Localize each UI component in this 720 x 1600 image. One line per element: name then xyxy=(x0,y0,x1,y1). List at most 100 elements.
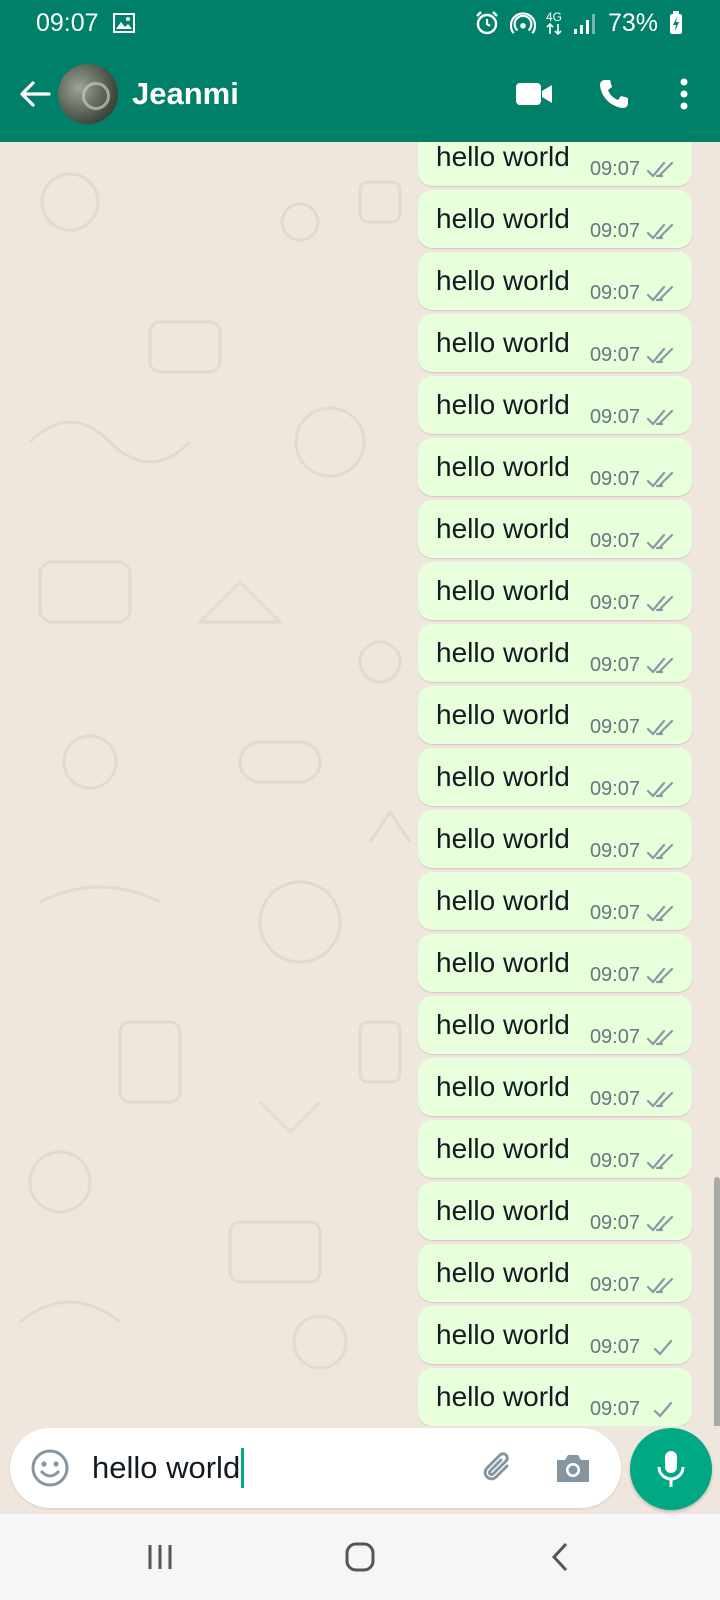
double-tick-icon xyxy=(646,594,676,614)
message-bubble[interactable]: hello world 09:07 xyxy=(418,1120,692,1178)
message-time: 09:07 xyxy=(589,654,640,676)
message-time: 09:07 xyxy=(589,1088,640,1110)
scrollbar[interactable] xyxy=(714,1177,720,1426)
system-nav-bar xyxy=(0,1514,720,1600)
video-call-icon xyxy=(516,83,552,105)
message-meta: 09:07 xyxy=(590,406,676,429)
more-options-button[interactable] xyxy=(654,59,714,129)
message-time: 09:07 xyxy=(589,1274,640,1296)
message-input[interactable]: hello world xyxy=(92,1448,245,1488)
message-meta: 09:07 xyxy=(590,158,676,181)
home-icon xyxy=(345,1542,375,1572)
message-meta: 09:07 xyxy=(590,654,676,677)
message-meta: 09:07 xyxy=(590,1274,676,1297)
message-time: 09:07 xyxy=(589,1212,640,1234)
back-arrow-icon xyxy=(20,81,51,107)
message-bubble[interactable]: hello world 09:07 xyxy=(418,142,692,186)
message-text: hello world xyxy=(436,699,570,730)
double-tick-icon xyxy=(646,966,676,986)
message-bubble[interactable]: hello world 09:07 xyxy=(418,1244,692,1302)
message-text: hello world xyxy=(436,1381,570,1412)
message-time: 09:07 xyxy=(589,1398,640,1420)
double-tick-icon xyxy=(646,222,676,242)
chat-area[interactable]: hello world 09:07 hello world 09:07 hello wo… xyxy=(0,142,720,1426)
emoji-button[interactable] xyxy=(24,1442,76,1494)
message-time: 09:07 xyxy=(589,530,640,552)
message-meta: 09:07 xyxy=(590,1212,676,1235)
double-tick-icon xyxy=(646,532,676,552)
recents-button[interactable] xyxy=(115,1522,205,1592)
message-time: 09:07 xyxy=(589,158,640,180)
avatar[interactable] xyxy=(58,64,118,124)
back-button[interactable] xyxy=(10,64,60,124)
camera-icon xyxy=(557,1455,589,1482)
voice-record-button[interactable] xyxy=(630,1428,712,1510)
message-bubble[interactable]: hello world 09:07 xyxy=(418,314,692,372)
message-bubble[interactable]: hello world 09:07 xyxy=(418,500,692,558)
message-bubble[interactable]: hello world 09:07 xyxy=(418,1368,692,1426)
contact-name[interactable]: Jeanmi xyxy=(132,76,239,112)
text-cursor xyxy=(241,1448,245,1488)
message-bubble[interactable]: hello world 09:07 xyxy=(418,872,692,930)
message-text: hello world xyxy=(436,637,570,668)
message-meta: 09:07 xyxy=(590,778,676,801)
recents-icon xyxy=(148,1545,172,1569)
message-text: hello world xyxy=(436,1133,570,1164)
video-call-button[interactable] xyxy=(494,59,574,129)
nav-back-button[interactable] xyxy=(515,1522,605,1592)
message-bubble[interactable]: hello world 09:07 xyxy=(418,748,692,806)
message-text: hello world xyxy=(436,1319,570,1350)
double-tick-icon xyxy=(646,160,676,180)
message-bubble[interactable]: hello world 09:07 xyxy=(418,252,692,310)
message-text: hello world xyxy=(436,327,570,358)
phone-icon xyxy=(600,80,628,108)
message-bubble[interactable]: hello world 09:07 xyxy=(418,1306,692,1364)
message-time: 09:07 xyxy=(589,1336,640,1358)
camera-button[interactable] xyxy=(547,1442,599,1494)
message-bubble[interactable]: hello world 09:07 xyxy=(418,624,692,682)
message-time: 09:07 xyxy=(589,1150,640,1172)
message-time: 09:07 xyxy=(589,468,640,490)
double-tick-icon xyxy=(646,1090,676,1110)
message-bubble[interactable]: hello world 09:07 xyxy=(418,1058,692,1116)
message-bubble[interactable]: hello world 09:07 xyxy=(418,190,692,248)
message-meta: 09:07 xyxy=(590,1150,676,1173)
message-bubble[interactable]: hello world 09:07 xyxy=(418,438,692,496)
message-bubble[interactable]: hello world 09:07 xyxy=(418,686,692,744)
back-icon xyxy=(551,1542,568,1572)
attach-button[interactable] xyxy=(473,1442,525,1494)
message-meta: 09:07 xyxy=(590,1336,676,1359)
double-tick-icon xyxy=(646,904,676,924)
message-text: hello world xyxy=(436,823,570,854)
message-bubble[interactable]: hello world 09:07 xyxy=(418,562,692,620)
single-tick-icon xyxy=(646,1338,676,1358)
battery-level: 73% xyxy=(607,8,658,37)
mic-icon xyxy=(657,1451,685,1487)
status-time: 09:07 xyxy=(36,8,99,37)
message-text: hello world xyxy=(436,203,570,234)
message-bubble[interactable]: hello world 09:07 xyxy=(418,996,692,1054)
double-tick-icon xyxy=(646,718,676,738)
message-bubble[interactable]: hello world 09:07 xyxy=(418,1182,692,1240)
message-bubble[interactable]: hello world 09:07 xyxy=(418,376,692,434)
home-button[interactable] xyxy=(315,1522,405,1592)
message-time: 09:07 xyxy=(589,778,640,800)
network-label: 4G xyxy=(546,11,562,35)
message-time: 09:07 xyxy=(589,592,640,614)
message-meta: 09:07 xyxy=(590,282,676,305)
message-bubble[interactable]: hello world 09:07 xyxy=(418,934,692,992)
message-text: hello world xyxy=(436,265,570,296)
double-tick-icon xyxy=(646,1214,676,1234)
message-text: hello world xyxy=(436,575,570,606)
voice-call-button[interactable] xyxy=(574,59,654,129)
message-composer[interactable]: hello world xyxy=(10,1428,621,1508)
chat-header: Jeanmi xyxy=(0,46,720,142)
double-tick-icon xyxy=(646,408,676,428)
single-tick-icon xyxy=(646,1400,676,1420)
more-vertical-icon xyxy=(680,78,688,110)
message-text: hello world xyxy=(436,142,570,172)
message-text: hello world xyxy=(436,389,570,420)
signal-icon xyxy=(572,10,598,36)
message-bubble[interactable]: hello world 09:07 xyxy=(418,810,692,868)
message-meta: 09:07 xyxy=(590,592,676,615)
